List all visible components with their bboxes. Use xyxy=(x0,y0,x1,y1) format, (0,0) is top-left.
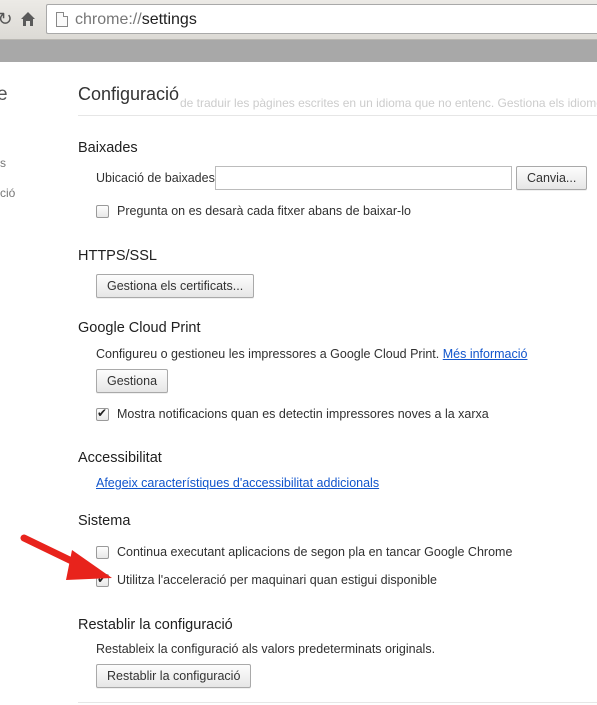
change-download-location-button[interactable]: Canvia... xyxy=(516,166,588,190)
url-scheme: chrome:// xyxy=(75,11,142,28)
ask-where-to-save-label: Pregunta on es desarà cada fitxer abans … xyxy=(117,204,411,218)
sidebar-item-extensions[interactable]: s xyxy=(0,156,6,170)
ask-where-to-save-checkbox[interactable] xyxy=(96,205,109,218)
download-location-field[interactable] xyxy=(215,166,512,190)
sidebar-title: e xyxy=(0,84,8,105)
header-divider xyxy=(78,115,597,116)
address-bar[interactable]: chrome://settings xyxy=(46,4,597,34)
download-location-label: Ubicació de baixades: xyxy=(96,171,219,185)
learn-more-link[interactable]: Més informació xyxy=(443,347,528,361)
cloud-print-description: Configureu o gestioneu les impressores a… xyxy=(96,347,527,361)
page-icon xyxy=(56,12,68,27)
cloud-print-description-text: Configureu o gestioneu les impressores a… xyxy=(96,347,440,361)
reset-settings-button[interactable]: Restablir la configuració xyxy=(96,664,252,688)
add-accessibility-features-link[interactable]: Afegeix característiques d'accessibilita… xyxy=(96,476,379,490)
manage-cloud-print-button[interactable]: Gestiona xyxy=(96,369,169,393)
accessibility-heading: Accessibilitat xyxy=(78,450,162,466)
reset-description: Restableix la configuració als valors pr… xyxy=(96,642,436,656)
reload-icon[interactable]: ↻ xyxy=(0,8,16,30)
manage-certificates-button[interactable]: Gestiona els certificats... xyxy=(96,274,255,298)
home-icon[interactable] xyxy=(17,8,39,30)
browser-toolbar: ↻ chrome://settings xyxy=(0,0,597,40)
downloads-heading: Baixades xyxy=(78,140,138,156)
url-path: settings xyxy=(141,11,197,28)
sidebar-item-settings[interactable]: ció xyxy=(0,186,15,200)
url-text: chrome://settings xyxy=(75,11,197,29)
annotation-arrow-icon xyxy=(20,534,112,580)
page-title: Configuració xyxy=(78,84,180,104)
hardware-acceleration-label: Utilitza l'acceleració per maquinari qua… xyxy=(117,573,437,587)
bottom-divider xyxy=(78,702,597,703)
printer-notifications-label: Mostra notificacions quan es detectin im… xyxy=(117,407,489,421)
https-heading: HTTPS/SSL xyxy=(78,248,157,264)
cloud-print-heading: Google Cloud Print xyxy=(78,320,201,336)
reset-heading: Restablir la configuració xyxy=(78,617,233,633)
scrolled-text: de traduir les pàgines escrites en un id… xyxy=(180,96,597,110)
printer-notifications-checkbox[interactable] xyxy=(96,406,109,421)
toolbar-divider xyxy=(0,40,597,62)
system-heading: Sistema xyxy=(78,513,131,529)
background-apps-label: Continua executant aplicacions de segon … xyxy=(117,545,513,559)
